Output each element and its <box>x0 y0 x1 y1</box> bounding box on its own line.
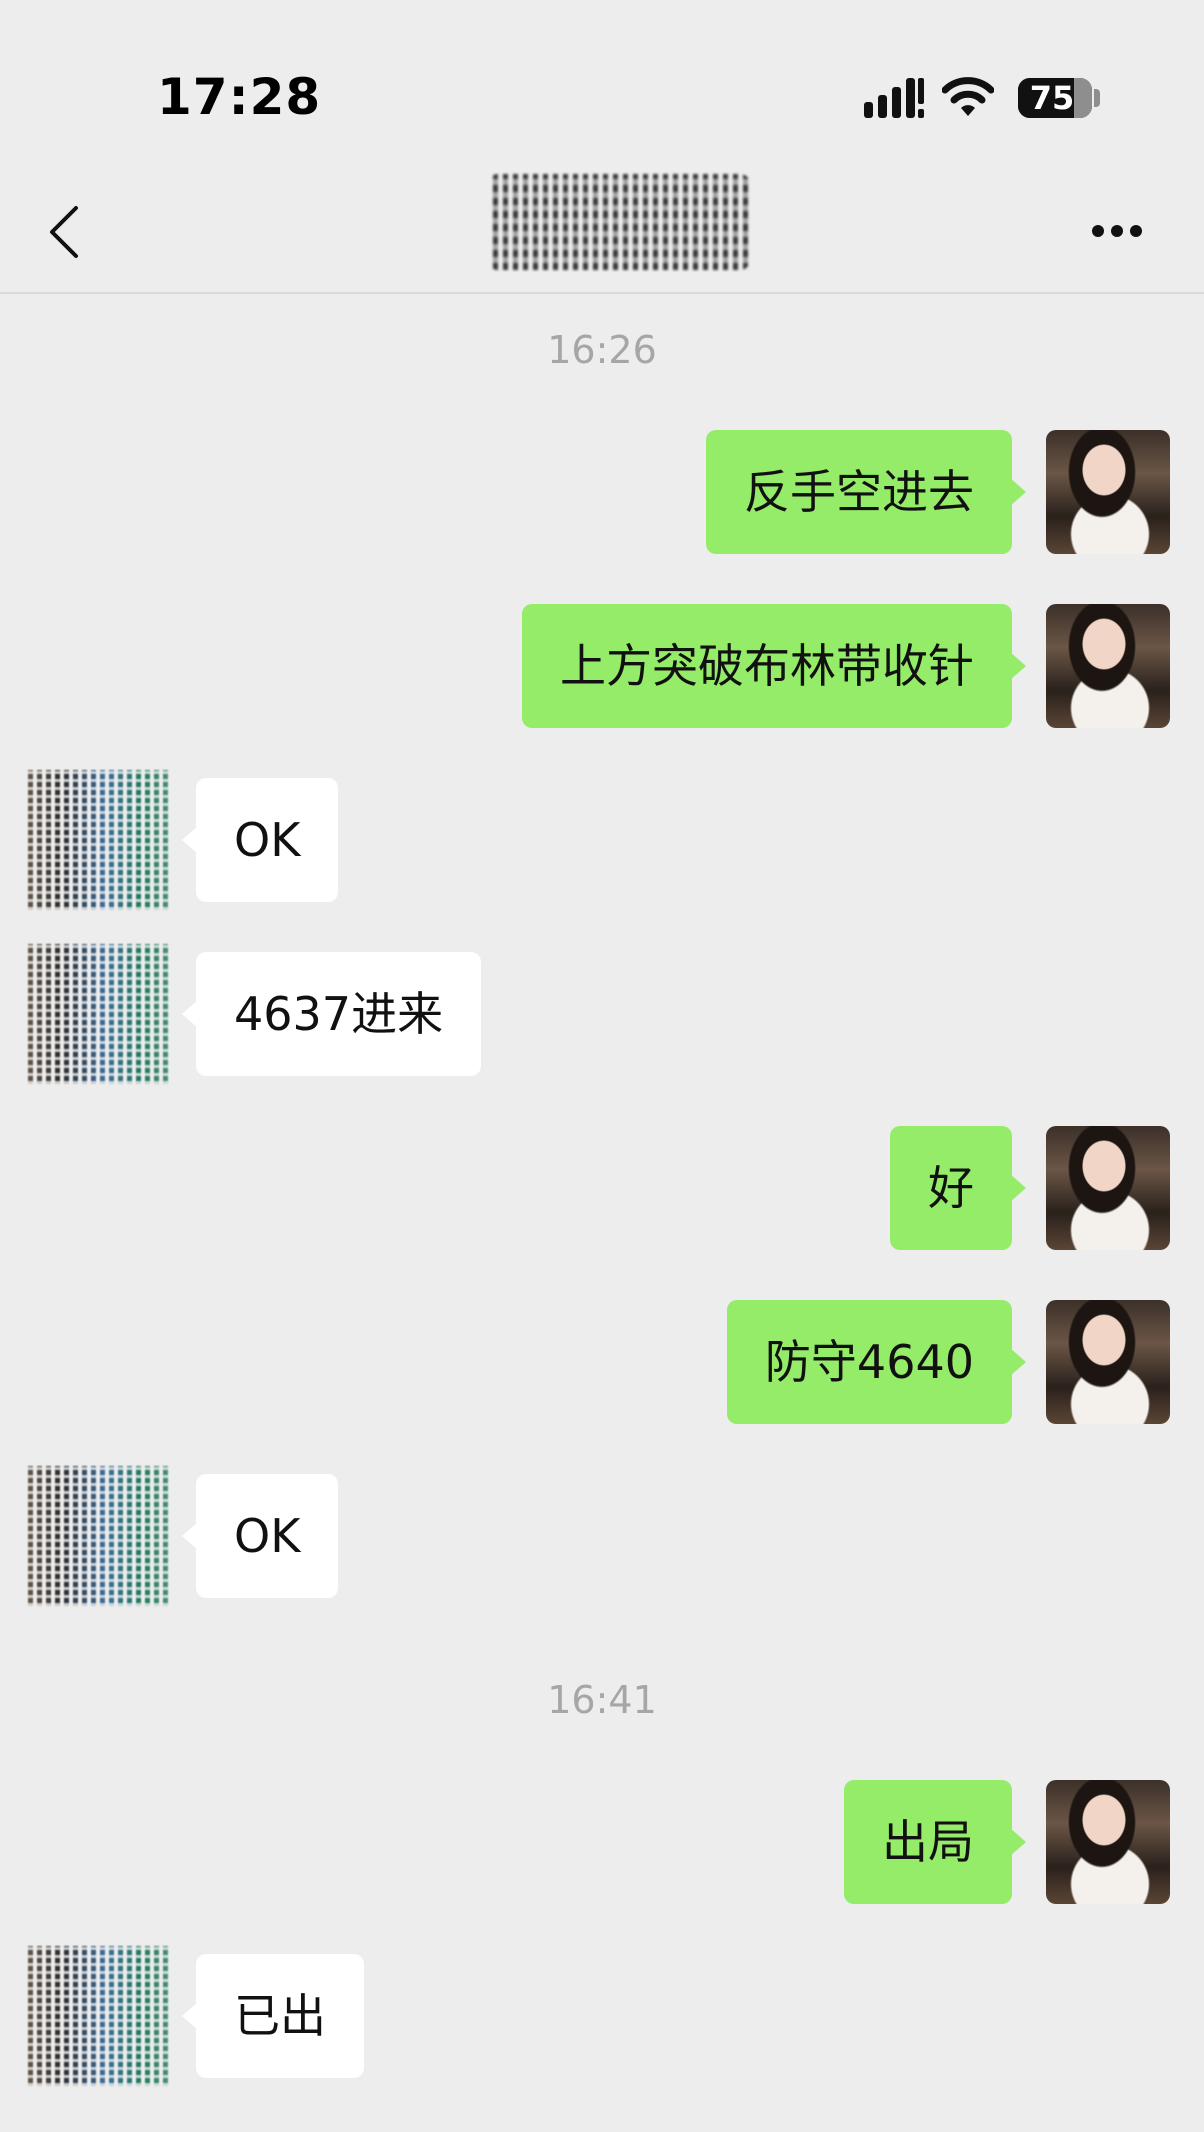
avatar-me[interactable] <box>1046 1126 1170 1250</box>
message-row-received: OK <box>0 770 1204 910</box>
message-row-sent: 防守4640 <box>0 1300 1204 1424</box>
battery-nub <box>1094 89 1100 107</box>
message-bubble-received[interactable]: 4637进来 <box>181 952 482 1076</box>
message-bubble-sent[interactable]: 防守4640 <box>726 1300 1027 1424</box>
avatar-me[interactable] <box>1046 1300 1170 1424</box>
message-row-sent: 好 <box>0 1126 1204 1250</box>
avatar-contact[interactable] <box>24 770 172 910</box>
timestamp: 16:26 <box>547 328 657 372</box>
message-row-received: 4637进来 <box>0 944 1204 1084</box>
message-bubble-received[interactable]: 已出 <box>182 1954 364 2078</box>
message-bubble-sent[interactable]: 上方突破布林带收针 <box>522 604 1026 728</box>
avatar-me[interactable] <box>1046 604 1170 728</box>
message-bubble-received[interactable]: OK <box>181 778 339 902</box>
avatar-contact[interactable] <box>24 944 172 1084</box>
nav-bar <box>0 160 1204 294</box>
message-bubble-sent[interactable]: 好 <box>890 1126 1026 1250</box>
battery-level: 75 <box>1029 79 1075 117</box>
avatar-me[interactable] <box>1046 1780 1170 1904</box>
message-row-sent: 反手空进去 <box>0 430 1204 554</box>
back-chevron-icon[interactable] <box>46 204 82 260</box>
wifi-icon <box>942 77 994 116</box>
message-row-sent: 上方突破布林带收针 <box>0 604 1204 728</box>
message-bubble-sent[interactable]: 出局 <box>844 1780 1026 1904</box>
avatar-contact[interactable] <box>24 1466 172 1606</box>
message-row-received: OK <box>0 1466 1204 1606</box>
chat-title-redacted <box>488 174 750 270</box>
message-bubble-sent[interactable]: 反手空进去 <box>706 430 1026 554</box>
status-time: 17:28 <box>157 68 322 126</box>
status-bar: 17:28 75 <box>0 0 1204 160</box>
more-icon[interactable] <box>1092 222 1150 238</box>
message-bubble-received[interactable]: OK <box>181 1474 339 1598</box>
avatar-contact[interactable] <box>24 1946 172 2086</box>
message-row-sent: 出局 <box>0 1780 1204 1904</box>
avatar-me[interactable] <box>1046 430 1170 554</box>
battery-icon: 75 <box>1018 78 1092 118</box>
timestamp: 16:41 <box>547 1678 657 1722</box>
message-row-received: 已出 <box>0 1946 1204 2086</box>
signal-icon <box>864 78 924 118</box>
